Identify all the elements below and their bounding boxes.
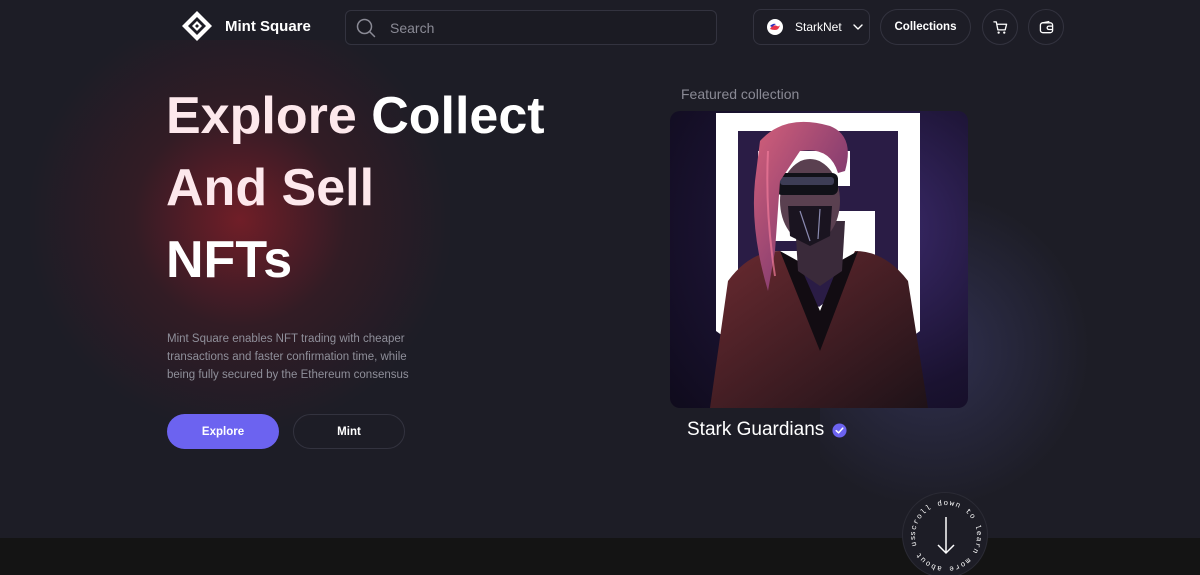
brand-name: Mint Square xyxy=(225,17,311,35)
collections-button[interactable]: Collections xyxy=(880,9,971,45)
search-input[interactable] xyxy=(390,19,690,36)
hero-title: Explore Collect And Sell NFTs xyxy=(166,80,606,296)
hero-description: Mint Square enables NFT trading with che… xyxy=(167,333,409,381)
arrow-down-icon xyxy=(937,517,955,555)
diamond-logo-icon xyxy=(182,11,212,41)
verified-badge-icon xyxy=(832,422,847,438)
search-bar[interactable] xyxy=(345,10,717,45)
network-label: StarkNet xyxy=(795,20,842,34)
wallet-icon xyxy=(1039,20,1053,33)
mint-button[interactable]: Mint xyxy=(293,414,405,449)
hero-title-word-explore: Explore xyxy=(166,87,357,145)
wallet-button[interactable] xyxy=(1028,9,1064,45)
hero-title-word-collect: Collect xyxy=(371,87,545,145)
featured-collection-name: Stark Guardians xyxy=(687,419,825,440)
brand-logo[interactable]: Mint Square xyxy=(181,10,311,42)
stark-guardians-artwork xyxy=(710,113,928,408)
explore-button[interactable]: Explore xyxy=(167,414,279,449)
scroll-badge-graphic: scroll down to learn more about us xyxy=(910,500,981,572)
starknet-icon xyxy=(767,19,783,35)
featured-collection-image[interactable] xyxy=(670,111,968,408)
cart-button[interactable] xyxy=(982,9,1018,45)
hero-title-line2: And Sell xyxy=(166,159,375,217)
network-selector[interactable]: StarkNet xyxy=(753,9,870,45)
cart-icon xyxy=(992,20,1007,34)
search-icon xyxy=(356,18,376,37)
hero-title-line3: NFTs xyxy=(166,231,293,289)
chevron-down-icon xyxy=(852,24,863,30)
scroll-down-badge[interactable]: scroll down to learn more about us xyxy=(902,492,988,575)
featured-collection-title[interactable]: Stark Guardians xyxy=(687,419,847,441)
featured-collection-label: Featured collection xyxy=(681,86,800,102)
next-section-edge xyxy=(0,538,1200,575)
